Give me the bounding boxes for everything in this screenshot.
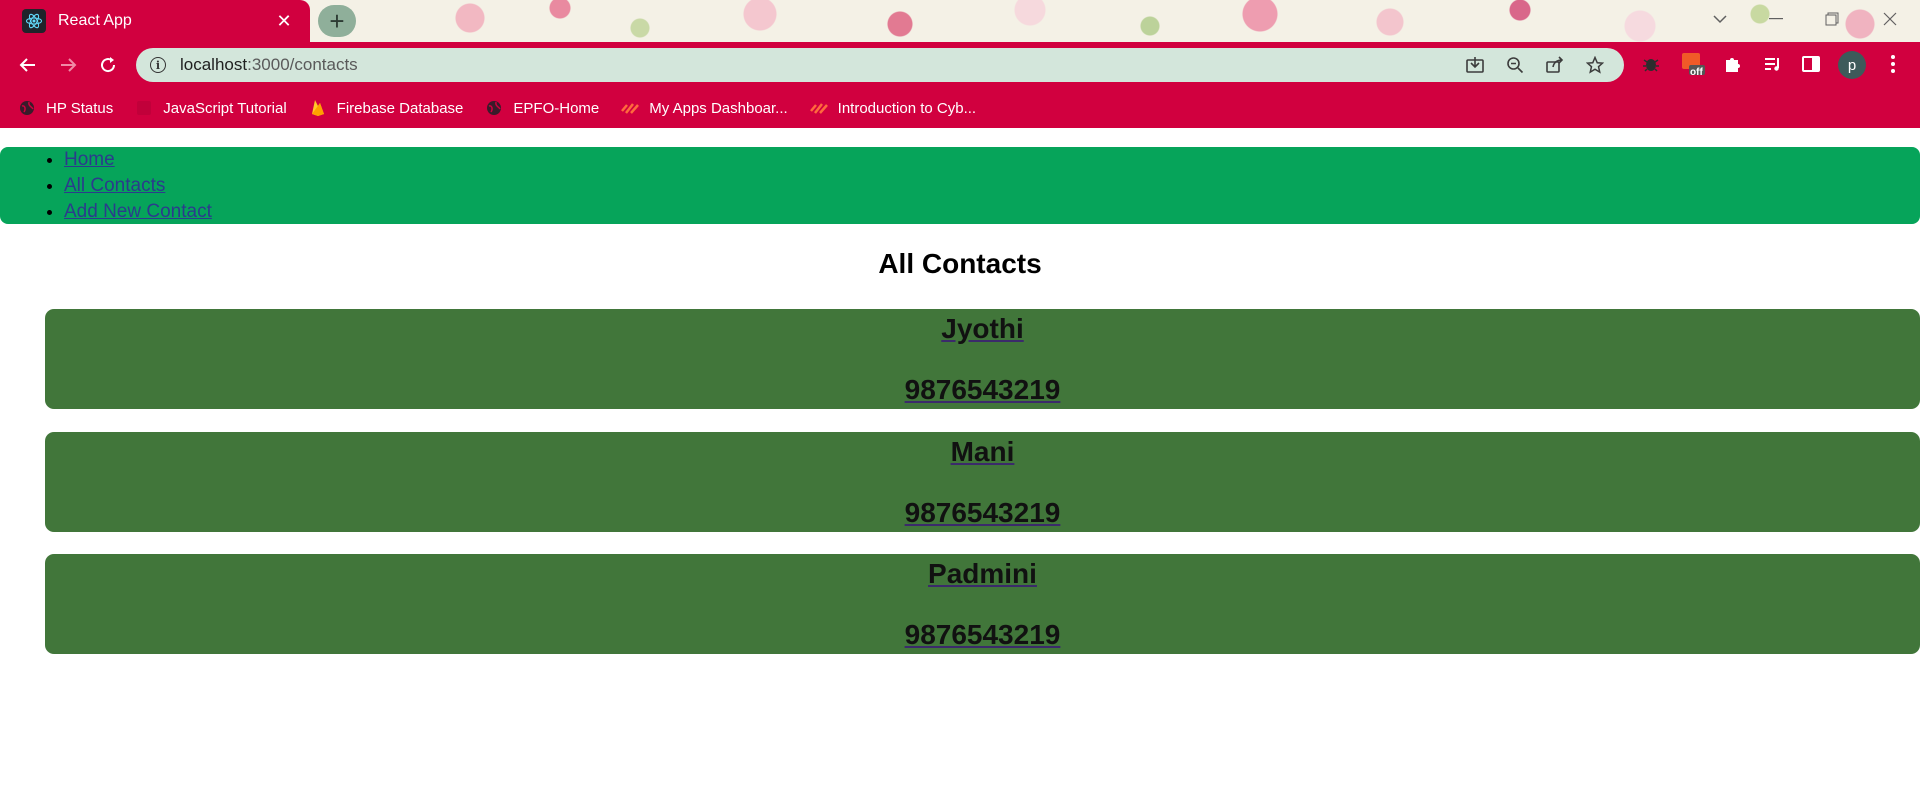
tab-strip: React App ✕ + (0, 0, 1920, 42)
url-path: :3000/contacts (247, 55, 358, 74)
browser-toolbar: i localhost:3000/contacts off p (0, 42, 1920, 88)
nav-item-home: Home (64, 147, 212, 173)
globe-icon (485, 99, 503, 117)
nav-item-all-contacts: All Contacts (64, 173, 212, 199)
tab-title: React App (58, 12, 132, 29)
contact-name-link[interactable]: Jyothi (45, 313, 1920, 345)
bookmark-introduction-to-cyb[interactable]: Introduction to Cyb... (809, 99, 977, 117)
side-panel-icon[interactable] (1796, 49, 1826, 79)
site-info-icon[interactable]: i (150, 57, 166, 73)
bookmark-javascript-tutorial[interactable]: JavaScript Tutorial (135, 99, 287, 117)
new-tab-button[interactable]: + (318, 5, 356, 37)
contact-card: Padmini 9876543219 (45, 554, 1920, 654)
tab-search-icon[interactable] (1692, 0, 1748, 38)
nav-link-home[interactable]: Home (64, 149, 115, 170)
nav-item-add-new-contact: Add New Contact (64, 199, 212, 225)
contact-phone-link[interactable]: 9876543219 (45, 619, 1920, 651)
contact-card: Mani 9876543219 (45, 432, 1920, 532)
more-menu-icon[interactable] (1878, 49, 1908, 79)
bookmark-label: Firebase Database (336, 99, 464, 117)
nav-link-all-contacts[interactable]: All Contacts (64, 175, 165, 196)
app-navbar: Home All Contacts Add New Contact (0, 147, 1920, 224)
apps-icon (621, 99, 640, 117)
bug-extension-icon[interactable] (1636, 49, 1666, 79)
puzzle-extensions-icon[interactable] (1718, 49, 1748, 79)
bookmark-epfo-home[interactable]: EPFO-Home (485, 99, 599, 117)
pdf-extension-icon[interactable]: off (1678, 49, 1708, 79)
close-window-button[interactable] (1862, 0, 1918, 38)
close-tab-icon[interactable]: ✕ (272, 11, 296, 32)
forward-arrow-icon[interactable] (52, 49, 84, 81)
minimize-button[interactable] (1748, 0, 1804, 38)
page-viewport: Home All Contacts Add New Contact All Co… (0, 128, 1920, 800)
bookmark-hp-status[interactable]: HP Status (18, 99, 113, 117)
globe-icon (18, 99, 36, 117)
bookmark-label: My Apps Dashboar... (649, 99, 788, 117)
share-icon[interactable] (1542, 53, 1568, 77)
profile-avatar[interactable]: p (1838, 51, 1866, 79)
reload-icon[interactable] (92, 49, 124, 81)
address-bar[interactable]: i localhost:3000/contacts (136, 48, 1624, 82)
contact-card: Jyothi 9876543219 (45, 309, 1920, 409)
bookmark-label: EPFO-Home (513, 99, 600, 117)
contact-phone-link[interactable]: 9876543219 (45, 374, 1920, 406)
bookmark-label: HP Status (46, 99, 114, 117)
bookmarks-bar: HP Status JavaScript Tutorial Firebase D… (0, 88, 1920, 128)
page-title: All Contacts (878, 248, 1042, 279)
apps-icon (809, 99, 828, 117)
media-playlist-icon[interactable] (1758, 49, 1788, 79)
restore-button[interactable] (1804, 0, 1860, 38)
bookmark-label: JavaScript Tutorial (163, 99, 287, 117)
contact-phone-link[interactable]: 9876543219 (45, 497, 1920, 529)
firebase-icon (309, 99, 327, 117)
install-app-icon[interactable] (1462, 53, 1488, 77)
url-host: localhost (180, 55, 248, 74)
nav-list: Home All Contacts Add New Contact (0, 147, 212, 225)
w3-icon (135, 99, 153, 117)
back-arrow-icon[interactable] (12, 49, 44, 81)
extension-badge: off (1690, 67, 1703, 78)
bookmark-firebase-database[interactable]: Firebase Database (309, 99, 464, 117)
react-icon (22, 9, 46, 33)
nav-link-add-new-contact[interactable]: Add New Contact (64, 201, 212, 222)
browser-tab[interactable]: React App ✕ (0, 0, 310, 42)
star-icon[interactable] (1582, 53, 1608, 77)
contact-name-link[interactable]: Padmini (45, 558, 1920, 590)
bookmark-label: Introduction to Cyb... (837, 99, 977, 117)
contact-name-link[interactable]: Mani (45, 436, 1920, 468)
bookmark-my-apps-dashboard[interactable]: My Apps Dashboar... (621, 99, 788, 117)
zoom-out-icon[interactable] (1502, 53, 1528, 77)
